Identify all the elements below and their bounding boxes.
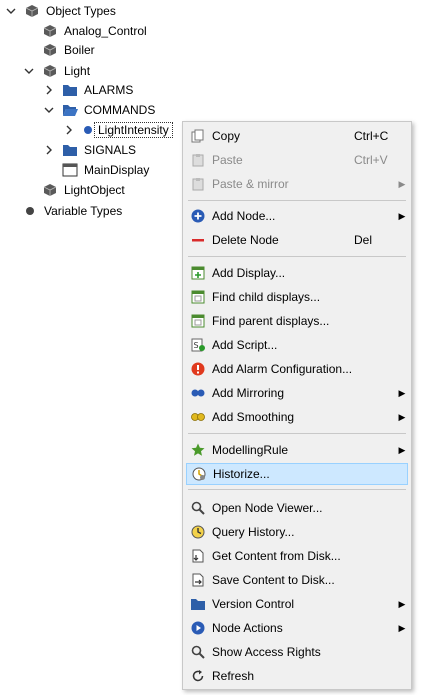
- cube-icon: [42, 42, 58, 58]
- plus-circle-icon: [190, 208, 206, 224]
- refresh-icon: [190, 668, 206, 684]
- chevron-down-icon[interactable]: [4, 4, 18, 18]
- menu-item-node-actions[interactable]: Node Actions ▶: [186, 617, 408, 639]
- tree-row-boiler[interactable]: Boiler: [42, 40, 95, 60]
- cube-icon: [42, 182, 58, 198]
- cube-icon: [24, 3, 40, 19]
- submenu-arrow-icon: ▶: [398, 598, 406, 609]
- menu-separator: [188, 433, 406, 434]
- menu-item-copy[interactable]: Copy Ctrl+C: [186, 125, 408, 147]
- menu-item-add-script[interactable]: S Add Script...: [186, 334, 408, 356]
- tree-label-selected: LightIntensity: [94, 122, 173, 138]
- tree-label: ALARMS: [84, 83, 134, 97]
- menu-item-historize[interactable]: Historize...: [186, 463, 408, 485]
- submenu-arrow-icon: ▶: [398, 411, 406, 422]
- star-icon: [190, 442, 206, 458]
- tree-label: SIGNALS: [84, 143, 137, 157]
- tree-label: Boiler: [64, 43, 95, 57]
- paste-mirror-icon: [190, 176, 206, 192]
- menu-item-show-access-rights[interactable]: Show Access Rights: [186, 641, 408, 663]
- chevron-right-icon[interactable]: [42, 143, 56, 157]
- menu-item-paste[interactable]: Paste Ctrl+V: [186, 149, 408, 171]
- submenu-arrow-icon: ▶: [398, 444, 406, 455]
- script-icon: S: [190, 337, 206, 353]
- menu-item-add-display[interactable]: Add Display...: [186, 262, 408, 284]
- tree-row-signals[interactable]: SIGNALS: [42, 140, 136, 160]
- tree-row-main-display[interactable]: MainDisplay: [62, 160, 149, 180]
- tree-row-light-intensity[interactable]: LightIntensity: [62, 120, 173, 140]
- menu-item-find-parent-displays[interactable]: Find parent displays...: [186, 310, 408, 332]
- add-display-icon: [190, 265, 206, 281]
- tree-row-commands[interactable]: COMMANDS: [42, 100, 155, 120]
- menu-item-add-smoothing[interactable]: Add Smoothing ▶: [186, 406, 408, 428]
- svg-text:S: S: [194, 341, 199, 350]
- folder-icon: [62, 142, 78, 158]
- menu-item-query-history[interactable]: Query History...: [186, 521, 408, 543]
- menu-item-get-content-from-disk[interactable]: Get Content from Disk...: [186, 545, 408, 567]
- smoothing-icon: [190, 409, 206, 425]
- chevron-right-icon[interactable]: [62, 123, 76, 137]
- historize-icon: [191, 466, 207, 482]
- submenu-arrow-icon: ▶: [398, 178, 406, 189]
- tree-label: Light: [64, 64, 91, 78]
- submenu-arrow-icon: ▶: [398, 622, 406, 633]
- tree-label: Variable Types: [44, 204, 123, 218]
- menu-separator: [188, 489, 406, 490]
- cube-icon: [42, 63, 58, 79]
- tree-row-light[interactable]: Light: [22, 61, 90, 81]
- cube-icon: [42, 23, 58, 39]
- menu-item-save-content-to-disk[interactable]: Save Content to Disk...: [186, 569, 408, 591]
- tree-label: Object Types: [46, 4, 116, 18]
- chevron-right-icon[interactable]: [42, 83, 56, 97]
- clock-icon: [190, 524, 206, 540]
- tree-row-light-object[interactable]: LightObject: [42, 180, 125, 200]
- tree-row-variable-types[interactable]: Variable Types: [24, 201, 122, 221]
- tree-row-alarms[interactable]: ALARMS: [42, 80, 133, 100]
- menu-separator: [188, 200, 406, 201]
- document-import-icon: [190, 548, 206, 564]
- chevron-down-icon[interactable]: [42, 103, 56, 117]
- minus-icon: [190, 232, 206, 248]
- menu-separator: [188, 256, 406, 257]
- variable-type-dot-icon: [24, 203, 36, 219]
- magnifier-icon: [190, 500, 206, 516]
- tree-label: COMMANDS: [84, 103, 156, 117]
- menu-item-version-control[interactable]: Version Control ▶: [186, 593, 408, 615]
- menu-item-modelling-rule[interactable]: ModellingRule ▶: [186, 439, 408, 461]
- tree-row-analog-control[interactable]: Analog_Control: [42, 21, 147, 41]
- copy-icon: [190, 128, 206, 144]
- submenu-arrow-icon: ▶: [398, 387, 406, 398]
- tree-row-object-types[interactable]: Object Types: [4, 1, 116, 21]
- tree-label: MainDisplay: [84, 163, 150, 177]
- display-icon: [62, 162, 78, 178]
- context-menu: Copy Ctrl+C Paste Ctrl+V Paste & mirror …: [182, 121, 412, 690]
- alarm-icon: [190, 361, 206, 377]
- menu-item-add-alarm-configuration[interactable]: Add Alarm Configuration...: [186, 358, 408, 380]
- mirroring-icon: [190, 385, 206, 401]
- menu-item-add-mirroring[interactable]: Add Mirroring ▶: [186, 382, 408, 404]
- folder-open-icon: [62, 102, 78, 118]
- paste-icon: [190, 152, 206, 168]
- variable-dot-icon: [82, 122, 94, 138]
- menu-item-refresh[interactable]: Refresh: [186, 665, 408, 687]
- menu-item-open-node-viewer[interactable]: Open Node Viewer...: [186, 497, 408, 519]
- menu-item-add-node[interactable]: Add Node... ▶: [186, 205, 408, 227]
- magnifier-icon: [190, 644, 206, 660]
- menu-item-delete-node[interactable]: Delete Node Del: [186, 229, 408, 251]
- menu-item-find-child-displays[interactable]: Find child displays...: [186, 286, 408, 308]
- menu-item-paste-mirror[interactable]: Paste & mirror ▶: [186, 173, 408, 195]
- folder-icon: [62, 82, 78, 98]
- submenu-arrow-icon: ▶: [398, 210, 406, 221]
- display-search-icon: [190, 313, 206, 329]
- tree-label: LightObject: [64, 183, 125, 197]
- display-search-icon: [190, 289, 206, 305]
- chevron-down-icon[interactable]: [22, 64, 36, 78]
- folder-icon: [190, 596, 206, 612]
- tree-label: Analog_Control: [64, 24, 147, 38]
- play-circle-icon: [190, 620, 206, 636]
- document-export-icon: [190, 572, 206, 588]
